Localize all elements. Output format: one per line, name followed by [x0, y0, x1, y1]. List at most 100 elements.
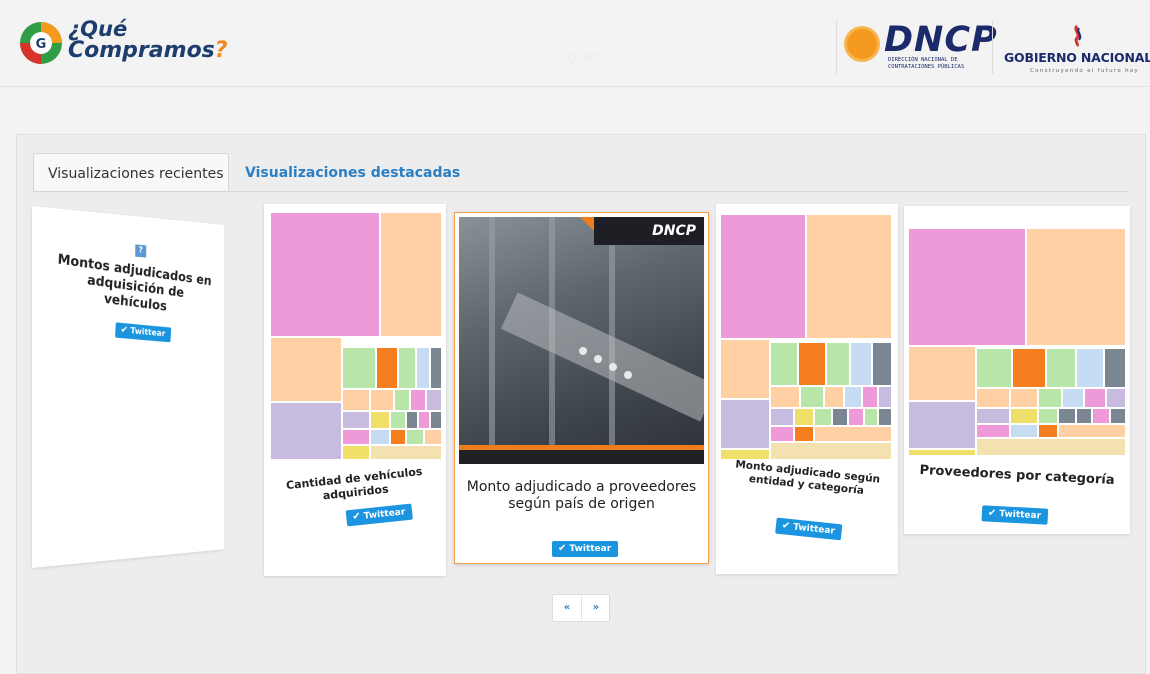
treemap-cell [1012, 348, 1046, 388]
tab-recent[interactable]: Visualizaciones recientes [33, 153, 229, 191]
logo-wordmark: ¿Qué Compramos? [68, 18, 228, 62]
treemap-cell [862, 386, 878, 408]
treemap-cell [770, 426, 794, 442]
treemap-cell [1046, 348, 1076, 388]
photo-brand-logo: DNCP [652, 223, 696, 239]
tab-featured[interactable]: Visualizaciones destacadas [231, 153, 474, 191]
card-title: Monto adjudicado según entidad y categor… [734, 458, 881, 497]
treemap-chart [720, 214, 892, 460]
carousel-pager: « » [552, 594, 610, 622]
photo-bottom-band [459, 450, 704, 464]
treemap-cell [430, 347, 442, 389]
treemap-cell [908, 449, 976, 456]
card-title: Monto adjudicado a proveedores según paí… [466, 479, 697, 512]
treemap-cell [864, 408, 878, 426]
treemap-cell [370, 411, 390, 429]
treemap-cell [814, 408, 832, 426]
treemap-cell [806, 214, 892, 339]
card-title: Proveedores por categoría [919, 462, 1115, 489]
gobierno-nacional-logo[interactable]: GOBIERNO NACIONAL Construyendo el futuro… [1000, 24, 1150, 76]
treemap-cell [1026, 228, 1126, 346]
twitter-label: Twittear [363, 507, 406, 522]
treemap-cell [380, 212, 442, 337]
treemap-cell [430, 411, 442, 429]
dncp-logo[interactable]: DNCP DIRECCIÓN NACIONAL DE CONTRATACIONE… [844, 20, 997, 76]
site-header: G ¿Qué Compramos? ○○○ DNCP DIRECCIÓN NAC… [0, 0, 1150, 87]
treemap-cell [878, 386, 892, 408]
nacional-word: NACIONAL [1080, 50, 1150, 65]
treemap-cell [848, 408, 864, 426]
visualization-card-center[interactable]: DNCP Monto adjudicado a proveedores segú… [454, 212, 709, 564]
visualization-card-far-left[interactable]: ? Montos adjudicados en adquisición de v… [32, 206, 225, 568]
twitter-share-wrap: ✔ Twittear [552, 536, 619, 557]
card-title: Cantidad de vehículos adquiridos [285, 464, 424, 503]
treemap-cell [1010, 408, 1038, 424]
treemap-cell [976, 438, 1126, 456]
treemap-cell [794, 408, 814, 426]
twitter-share-button[interactable]: ✔ Twittear [981, 505, 1049, 525]
treemap-cell [394, 389, 410, 411]
treemap-cell [976, 388, 1010, 408]
treemap-cell [410, 389, 426, 411]
treemap-cell [1038, 424, 1058, 438]
que-compramos-logo[interactable]: G ¿Qué Compramos? [18, 18, 318, 78]
photo-detail [489, 217, 495, 464]
treemap-cell [908, 401, 976, 449]
treemap-cell [814, 426, 892, 442]
twitter-label: Twittear [999, 509, 1042, 522]
treemap-cell [270, 212, 380, 337]
help-icon[interactable]: ? [135, 244, 147, 258]
twitter-share-button[interactable]: ✔ Twittear [345, 503, 414, 527]
previous-button[interactable]: « [553, 595, 582, 621]
visualization-card-far-right[interactable]: Proveedores por categoría ✔ Twittear [904, 206, 1130, 534]
header-divider [836, 20, 837, 74]
visualization-card-left[interactable]: Cantidad de vehículos adquiridos ✔ Twitte… [264, 204, 446, 576]
twitter-share-wrap: ✔ Twittear [775, 513, 843, 541]
visualization-card-right[interactable]: Monto adjudicado según entidad y categor… [716, 204, 898, 574]
carousel-dots[interactable]: ○○○ [568, 52, 600, 63]
next-button[interactable]: » [582, 595, 610, 621]
twitter-bird-icon: ✔ [781, 520, 791, 533]
gobierno-word: GOBIERNO [1004, 50, 1077, 65]
treemap-cell [800, 386, 824, 408]
treemap-cell [844, 386, 862, 408]
treemap-cell [976, 348, 1012, 388]
gobierno-flag-icon [1074, 24, 1082, 48]
twitter-bird-icon: ✔ [120, 324, 129, 336]
treemap-cell [976, 424, 1010, 438]
treemap-cell [342, 347, 376, 389]
twitter-label: Twittear [130, 326, 166, 340]
twitter-share-wrap: ✔ Twittear [115, 318, 172, 343]
treemap-chart [908, 228, 1126, 456]
twitter-label: Twittear [569, 544, 612, 554]
treemap-cell [832, 408, 848, 426]
dncp-wordmark: DNCP [884, 20, 998, 60]
treemap-cell [418, 411, 430, 429]
treemap-cell [1038, 408, 1058, 424]
treemap-cell [416, 347, 430, 389]
treemap-cell [1062, 388, 1084, 408]
treemap-cell [406, 429, 424, 445]
twitter-share-button[interactable]: ✔ Twittear [115, 322, 172, 343]
treemap-cell [720, 339, 770, 399]
twitter-share-button[interactable]: ✔ Twittear [775, 517, 843, 541]
treemap-cell [1038, 388, 1062, 408]
treemap-cell [770, 342, 798, 386]
twitter-bird-icon: ✔ [987, 507, 997, 520]
logo-line2-os: os [186, 38, 215, 63]
photo-detail [594, 355, 602, 363]
treemap-cell [390, 411, 406, 429]
treemap-chart [270, 212, 442, 460]
treemap-cell [342, 445, 370, 460]
treemap-cell [1092, 408, 1110, 424]
twitter-bird-icon: ✔ [558, 543, 567, 554]
treemap-cell [798, 342, 826, 386]
twitter-share-button[interactable]: ✔ Twittear [552, 541, 619, 557]
dncp-subtitle-line1: DIRECCIÓN NACIONAL DE [888, 57, 958, 63]
treemap-cell [878, 408, 892, 426]
twitter-share-wrap: ✔ Twittear [981, 500, 1049, 525]
photo-detail [500, 292, 704, 422]
treemap-cell [424, 429, 442, 445]
treemap-cell [826, 342, 850, 386]
treemap-cell [824, 386, 844, 408]
